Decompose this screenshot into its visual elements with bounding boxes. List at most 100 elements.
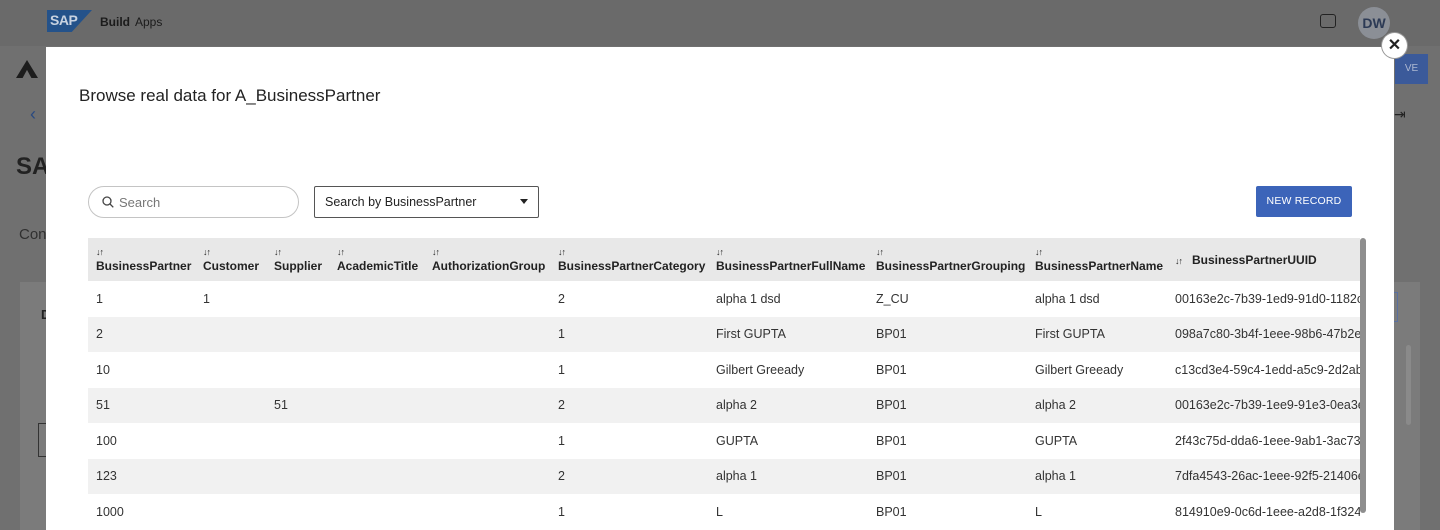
back-chevron-icon: ‹ <box>30 104 36 124</box>
table-cell <box>195 317 266 353</box>
feedback-icon[interactable] <box>1320 14 1336 28</box>
column-header[interactable]: ↓↑ BusinessPartner <box>88 238 195 281</box>
avatar[interactable]: DW <box>1358 7 1390 39</box>
column-header-label: BusinessPartnerFullName <box>716 258 866 273</box>
table-cell: 00163e2c-7b39-1ed9-91d0-1182c32 <box>1175 291 1360 306</box>
table-row[interactable]: 100 1 GUPTA BP01 GUPTA 2f43c75d-dda6-1eee-9ab… <box>88 423 1360 459</box>
column-header[interactable]: ↓↑ Customer <box>195 238 266 281</box>
table-cell: 123 <box>96 469 117 484</box>
sort-icon[interactable]: ↓↑ <box>337 247 424 257</box>
table-cell: 51 <box>96 398 110 413</box>
table-cell <box>266 281 329 317</box>
table-cell: 2 <box>558 469 565 484</box>
table-cell: alpha 1 dsd <box>1035 291 1100 306</box>
table-cell <box>424 317 550 353</box>
table-cell: L <box>716 504 723 519</box>
table-cell <box>424 494 550 530</box>
column-header-label: AuthorizationGroup <box>432 258 546 273</box>
table-cell <box>424 388 550 424</box>
column-header[interactable]: ↓↑ BusinessPartnerName <box>1027 238 1167 281</box>
background-save-button: VE <box>1395 54 1428 84</box>
close-dialog-button[interactable]: ✕ <box>1382 33 1407 58</box>
table-cell: 1 <box>96 291 103 306</box>
sort-icon[interactable]: ↓↑ <box>274 247 329 257</box>
table-cell: 814910e9-0c6d-1eee-a2d8-1f324f5 <box>1175 504 1360 519</box>
shell-bar: SAP Build Apps DW <box>0 0 1440 46</box>
table-cell: BP01 <box>876 362 907 377</box>
browse-data-dialog: Browse real data for A_BusinessPartner S… <box>46 47 1394 530</box>
table-cell <box>195 388 266 424</box>
search-by-select[interactable]: Search by BusinessPartner <box>314 186 539 218</box>
shell-apps-label[interactable]: Apps <box>135 15 162 29</box>
table-cell: 1 <box>203 291 210 306</box>
search-field[interactable] <box>88 186 299 218</box>
background-scrollbar <box>1406 345 1411 425</box>
table-cell: 1000 <box>96 504 124 519</box>
table-cell <box>329 459 424 495</box>
new-record-button[interactable]: NEW RECORD <box>1256 186 1352 217</box>
column-header-label: BusinessPartnerGrouping <box>876 258 1026 273</box>
table-cell: alpha 1 dsd <box>716 291 781 306</box>
table-cell: BP01 <box>876 433 907 448</box>
search-by-select-value: Search by BusinessPartner <box>325 195 477 209</box>
column-header-label: Customer <box>203 258 260 273</box>
table-body: 1 1 2 alpha 1 dsd Z_CU alpha 1 dsd 00163e2c-7b… <box>88 281 1360 530</box>
table-cell <box>266 423 329 459</box>
column-header[interactable]: ↓↑ Supplier <box>266 238 329 281</box>
column-header[interactable]: ↓↑ AcademicTitle <box>329 238 424 281</box>
table-cell: 2 <box>558 398 565 413</box>
table-cell <box>195 494 266 530</box>
table-cell: 2 <box>558 291 565 306</box>
sort-icon[interactable]: ↓↑ <box>876 247 1027 257</box>
background-page-title: SA <box>16 153 50 180</box>
table-cell: 1 <box>558 327 565 342</box>
sort-icon[interactable]: ↓↑ <box>432 247 550 257</box>
column-header[interactable]: ↓↑ AuthorizationGroup <box>424 238 550 281</box>
sort-icon[interactable]: ↓↑ <box>1175 256 1183 266</box>
column-header-label: Supplier <box>274 258 323 273</box>
table-cell <box>266 352 329 388</box>
table-cell <box>424 281 550 317</box>
table-cell: 51 <box>274 398 288 413</box>
sort-icon[interactable]: ↓↑ <box>96 247 195 257</box>
column-header[interactable]: ↓↑ BusinessPartnerGrouping <box>868 238 1027 281</box>
table-cell <box>424 459 550 495</box>
caret-down-icon <box>520 199 528 204</box>
column-header[interactable]: ↓↑ BusinessPartnerCategory <box>550 238 708 281</box>
table-cell: First GUPTA <box>716 327 786 342</box>
table-row[interactable]: 51 51 2 alpha 2 BP01 alpha 2 00163e2c-7b39-1ee… <box>88 387 1360 424</box>
sort-icon[interactable]: ↓↑ <box>1035 247 1167 257</box>
table-row[interactable]: 123 2 alpha 1 BP01 alpha 1 7dfa4543-26ac-1eee… <box>88 458 1360 495</box>
table-cell: alpha 1 <box>716 469 758 484</box>
table-row[interactable]: 1000 1 L BP01 L 814910e9-0c6d-1eee-a2d8-1f324… <box>88 494 1360 530</box>
table-scrollbar[interactable] <box>1360 238 1366 513</box>
table-cell <box>329 352 424 388</box>
table-cell: 7dfa4543-26ac-1eee-92f5-21406e8 <box>1175 469 1360 484</box>
table-cell <box>329 281 424 317</box>
sort-icon[interactable]: ↓↑ <box>203 247 266 257</box>
table-cell: alpha 2 <box>1035 398 1077 413</box>
sort-icon[interactable]: ↓↑ <box>716 247 868 257</box>
table-cell <box>266 317 329 353</box>
table-cell <box>195 352 266 388</box>
table-row[interactable]: 1 1 2 alpha 1 dsd Z_CU alpha 1 dsd 00163e2c-7b… <box>88 281 1360 317</box>
background-button <box>1394 292 1398 322</box>
search-input[interactable] <box>119 193 289 211</box>
data-table: ↓↑ BusinessPartner ↓↑ Customer ↓↑ Supplier ↓↑ A… <box>88 238 1360 530</box>
column-header-label: BusinessPartner <box>96 258 192 273</box>
table-cell: First GUPTA <box>1035 327 1105 342</box>
table-cell: BP01 <box>876 327 907 342</box>
table-cell: c13cd3e4-59c4-1edd-a5c9-2d2ab4 <box>1175 362 1360 377</box>
table-cell <box>266 494 329 530</box>
table-row[interactable]: 2 1 First GUPTA BP01 First GUPTA 098a7c80-3b4… <box>88 316 1360 353</box>
table-cell <box>329 494 424 530</box>
table-cell: 2 <box>96 327 103 342</box>
column-header[interactable]: ↓↑ BusinessPartnerUUID <box>1167 238 1360 281</box>
column-header[interactable]: ↓↑ BusinessPartnerFullName <box>708 238 868 281</box>
table-cell: GUPTA <box>716 433 759 448</box>
table-cell: BP01 <box>876 504 907 519</box>
shell-build-label[interactable]: Build <box>100 15 130 29</box>
table-cell: Gilbert Greeady <box>716 362 805 377</box>
sort-icon[interactable]: ↓↑ <box>558 247 708 257</box>
table-row[interactable]: 10 1 Gilbert Greeady BP01 Gilbert Greeady c13… <box>88 352 1360 388</box>
